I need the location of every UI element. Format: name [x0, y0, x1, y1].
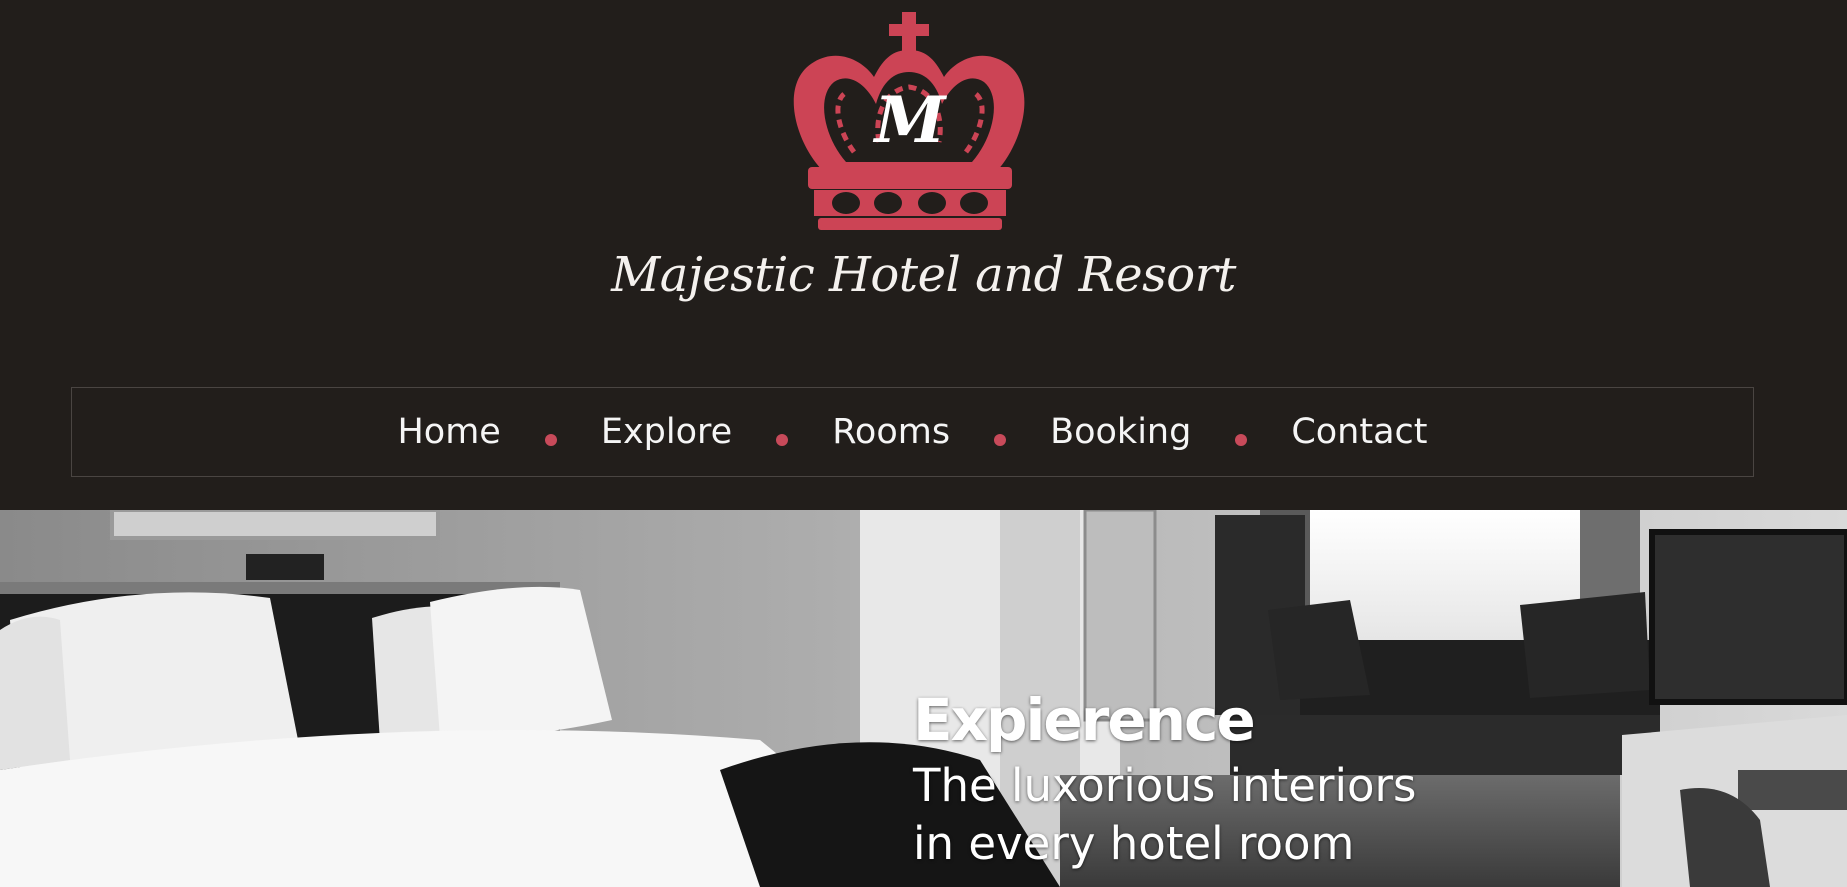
nav-item-contact[interactable]: Contact	[1279, 412, 1439, 452]
hero-subtitle: The luxorious interiors in every hotel r…	[913, 759, 1417, 870]
logo-monogram: M	[873, 83, 948, 158]
site-header: M Majestic Hotel and Resort Home Explore…	[0, 0, 1847, 510]
main-nav: Home Explore Rooms Booking Contact	[71, 387, 1754, 477]
hero-banner: Expierence The luxorious interiors in ev…	[0, 510, 1847, 887]
nav-separator-dot	[1235, 434, 1248, 446]
nav-separator-dot	[994, 434, 1007, 446]
crown-icon: M	[793, 12, 1025, 230]
nav-item-booking[interactable]: Booking	[1038, 412, 1203, 452]
logo[interactable]: M	[784, 12, 1036, 230]
nav-separator-dot	[776, 434, 789, 446]
hero-heading: Expierence	[913, 686, 1256, 754]
hero-caption: Expierence The luxorious interiors in ev…	[913, 685, 1433, 873]
nav-item-home[interactable]: Home	[385, 412, 512, 452]
nav-separator-dot	[544, 434, 557, 446]
nav-item-explore[interactable]: Explore	[589, 412, 744, 452]
nav-item-rooms[interactable]: Rooms	[820, 412, 962, 452]
brand-name: Majestic Hotel and Resort	[611, 247, 1236, 303]
